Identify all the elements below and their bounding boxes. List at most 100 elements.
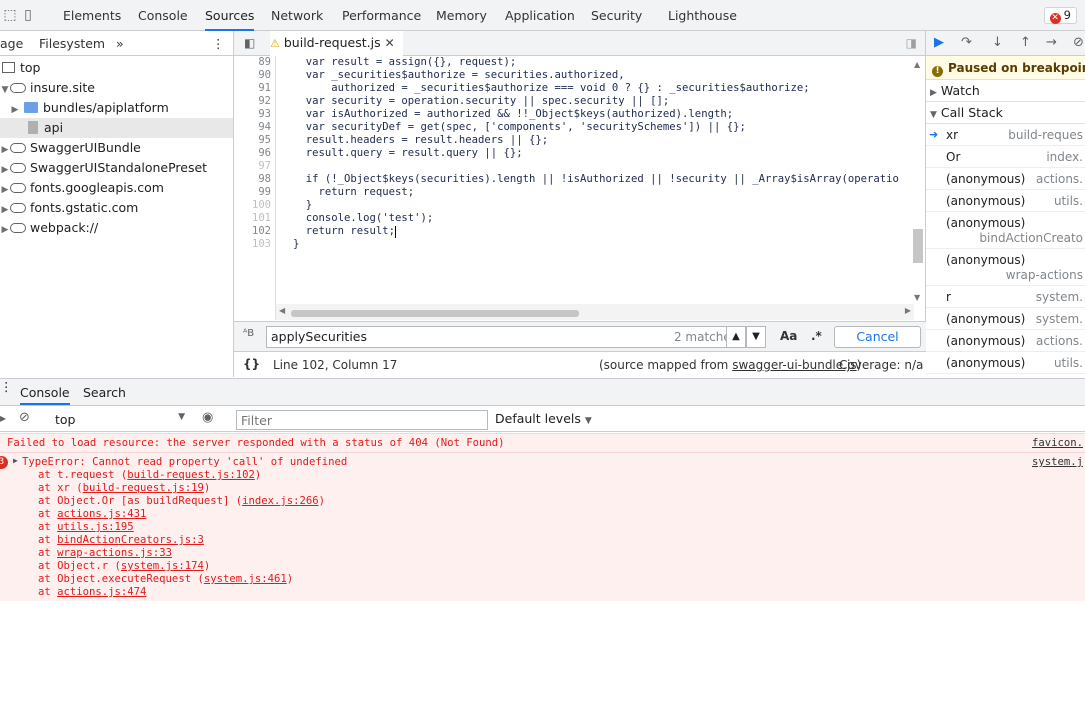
- stack-frame-link[interactable]: actions.js:474: [57, 586, 146, 598]
- call-frame[interactable]: (anonymous) wrap-actions: [926, 249, 1085, 286]
- call-frame[interactable]: (anonymous) actions.: [926, 168, 1085, 190]
- tab-console[interactable]: Console: [138, 0, 188, 31]
- stack-frame-link[interactable]: build-request.js:102: [127, 469, 255, 481]
- code-area[interactable]: var result = assign({}, request); var _s…: [293, 56, 913, 320]
- tab-filesystem[interactable]: Filesystem: [39, 36, 105, 51]
- scroll-down-icon[interactable]: ▼: [914, 293, 920, 302]
- line-number[interactable]: 102: [252, 225, 271, 238]
- live-expression-eye-icon[interactable]: ◉: [202, 410, 213, 425]
- console-filter-input[interactable]: [236, 410, 488, 430]
- collapse-triangle-icon[interactable]: ▶: [0, 220, 10, 240]
- tree-item-insure-site[interactable]: ▼ insure.site: [0, 78, 233, 98]
- stack-frame-link[interactable]: utils.js:195: [57, 521, 134, 533]
- line-number[interactable]: 101: [252, 212, 271, 225]
- tab-memory[interactable]: Memory: [436, 0, 487, 31]
- toggle-debugger-icon[interactable]: ◨: [906, 36, 917, 50]
- tab-application[interactable]: Application: [505, 0, 575, 31]
- step-into-icon[interactable]: ↓: [992, 35, 1003, 50]
- horizontal-scrollbar[interactable]: ◀ ▶: [276, 304, 914, 320]
- line-number[interactable]: 94: [258, 121, 271, 134]
- find-input[interactable]: applySecurities 2 matches: [266, 326, 744, 348]
- log-levels-dropdown[interactable]: Default levels ▼: [495, 411, 592, 426]
- tree-item-fonts-googleapis[interactable]: ▶ fonts.googleapis.com: [0, 178, 233, 198]
- stack-frame-link[interactable]: index.js:266: [242, 495, 319, 507]
- tree-item-webpack[interactable]: ▶ webpack://: [0, 218, 233, 238]
- stack-frame-link[interactable]: system.js:461: [204, 573, 287, 585]
- tree-item-standalone-preset[interactable]: ▶ SwaggerUIStandalonePreset: [0, 158, 233, 178]
- scroll-right-icon[interactable]: ▶: [905, 306, 911, 315]
- find-previous-button[interactable]: ▲: [726, 326, 746, 348]
- call-frame[interactable]: (anonymous) bindActionCreato: [926, 212, 1085, 249]
- line-number[interactable]: 100: [252, 199, 271, 212]
- step-out-icon[interactable]: ↑: [1020, 35, 1031, 50]
- call-frame[interactable]: r system.: [926, 286, 1085, 308]
- tab-security[interactable]: Security: [591, 0, 642, 31]
- tab-network[interactable]: Network: [271, 0, 323, 31]
- call-frame[interactable]: (anonymous) utils.: [926, 190, 1085, 212]
- stack-frame-link[interactable]: bindActionCreators.js:3: [57, 534, 204, 546]
- file-tab-build-request[interactable]: ⚠ build-request.js ✕: [270, 31, 403, 56]
- tree-item-swaggeruibundle[interactable]: ▶ SwaggerUIBundle: [0, 138, 233, 158]
- source-map-link[interactable]: swagger-ui-bundle.js: [732, 358, 856, 372]
- watch-section[interactable]: ▶ Watch: [926, 80, 1085, 102]
- call-frame[interactable]: Or index.: [926, 146, 1085, 168]
- line-number[interactable]: 98: [258, 173, 271, 186]
- tab-page[interactable]: age: [0, 36, 23, 51]
- tree-item-top[interactable]: top: [0, 58, 233, 78]
- stack-frame-link[interactable]: actions.js:431: [57, 508, 146, 520]
- context-selector[interactable]: top ▼: [49, 410, 189, 429]
- regex-button[interactable]: .*: [811, 329, 822, 343]
- toggle-navigator-icon[interactable]: ◧: [244, 36, 255, 50]
- tab-elements[interactable]: Elements: [63, 0, 121, 31]
- tree-item-api[interactable]: api: [0, 118, 233, 138]
- tab-sources[interactable]: Sources: [205, 0, 255, 31]
- line-number[interactable]: 90: [258, 69, 271, 82]
- call-stack-section[interactable]: ▼ Call Stack: [926, 102, 1085, 124]
- more-tabs-icon[interactable]: »: [116, 36, 124, 51]
- collapse-triangle-icon[interactable]: ▶: [0, 200, 10, 220]
- collapse-triangle-icon[interactable]: ▶: [0, 160, 10, 180]
- navigator-menu-icon[interactable]: ⋮: [212, 36, 225, 51]
- line-number[interactable]: 91: [258, 82, 271, 95]
- stack-frame-link[interactable]: build-request.js:19: [83, 482, 204, 494]
- replace-toggle-icon[interactable]: ᴬB: [243, 328, 254, 339]
- step-over-icon[interactable]: ↷: [961, 35, 972, 50]
- expand-triangle-icon[interactable]: ▼: [0, 80, 10, 100]
- line-number[interactable]: 97: [258, 160, 271, 173]
- line-number[interactable]: 93: [258, 108, 271, 121]
- inspect-element-icon[interactable]: ⬚: [2, 7, 18, 23]
- stack-frame-link[interactable]: system.js:174: [121, 560, 204, 572]
- call-frame[interactable]: ➜ xr build-reques: [926, 124, 1085, 146]
- scroll-up-icon[interactable]: ▲: [914, 60, 920, 69]
- drawer-tab-console[interactable]: Console: [20, 385, 70, 405]
- line-number[interactable]: 99: [258, 186, 271, 199]
- tree-item-fonts-gstatic[interactable]: ▶ fonts.gstatic.com: [0, 198, 233, 218]
- drawer-menu-icon[interactable]: ⋮: [0, 379, 13, 406]
- tab-performance[interactable]: Performance: [342, 0, 421, 31]
- tab-lighthouse[interactable]: Lighthouse: [668, 0, 737, 31]
- resume-icon[interactable]: ▶: [934, 35, 944, 50]
- pretty-print-icon[interactable]: {}: [243, 357, 260, 371]
- message-source-link[interactable]: system.j: [1032, 456, 1083, 468]
- scroll-left-icon[interactable]: ◀: [279, 306, 285, 315]
- collapse-triangle-icon[interactable]: ▶: [10, 100, 20, 120]
- vertical-scroll-thumb[interactable]: [913, 229, 923, 263]
- call-frame[interactable]: (anonymous) system.: [926, 308, 1085, 330]
- expand-message-icon[interactable]: ▶: [13, 456, 18, 465]
- console-sidebar-icon[interactable]: ▸: [0, 411, 6, 425]
- collapse-triangle-icon[interactable]: ▶: [0, 140, 10, 160]
- close-tab-icon[interactable]: ✕: [385, 36, 395, 50]
- error-count-badge[interactable]: ✕ 9: [1043, 7, 1077, 24]
- collapse-triangle-icon[interactable]: ▶: [0, 180, 10, 200]
- find-next-button[interactable]: ▼: [746, 326, 766, 348]
- line-number[interactable]: 89: [258, 56, 271, 69]
- clear-console-icon[interactable]: ⊘: [19, 410, 30, 425]
- line-number[interactable]: 92: [258, 95, 271, 108]
- stack-frame-link[interactable]: wrap-actions.js:33: [57, 547, 172, 559]
- drawer-tab-search[interactable]: Search: [83, 385, 126, 400]
- message-source-link[interactable]: favicon.: [1032, 437, 1083, 449]
- line-number[interactable]: 96: [258, 147, 271, 160]
- device-toolbar-icon[interactable]: ▯: [20, 7, 36, 23]
- match-case-button[interactable]: Aa: [780, 329, 797, 343]
- find-cancel-button[interactable]: Cancel: [834, 326, 921, 348]
